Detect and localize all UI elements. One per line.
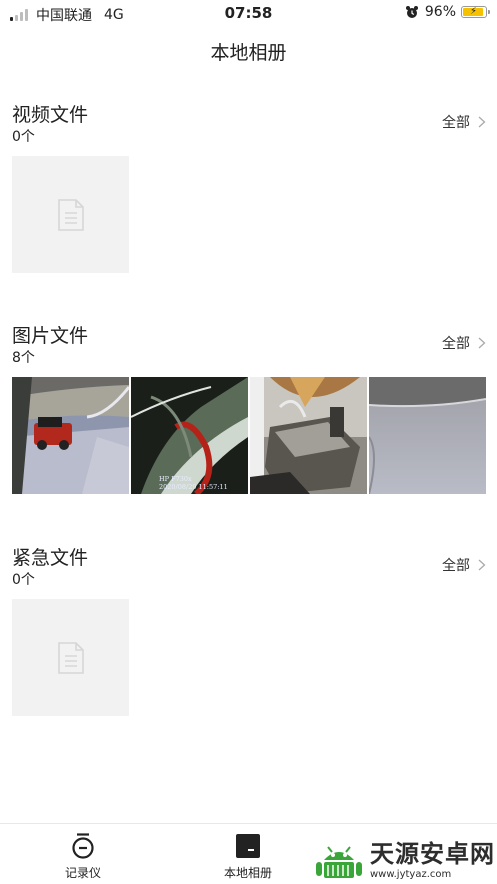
section-title: 紧急文件 (12, 547, 89, 569)
tab-local-album[interactable]: 本地相册 (208, 832, 288, 881)
watermark-title: 天源安卓网 (370, 840, 495, 868)
site-watermark: 天源安卓网 www.jytyaz.com (314, 838, 495, 884)
section-count: 0个 (12, 572, 35, 588)
tab-recorder[interactable]: 记录仪 (43, 832, 123, 881)
tab-label: 本地相册 (223, 866, 272, 880)
status-bar: 中国联通 4G 07:58 96% ⚡ (0, 0, 497, 28)
section-title: 视频文件 (12, 104, 89, 126)
section-pictures: 图片文件 8个 全部 HP F730x 2020/08/29 11:57:11 (12, 321, 486, 496)
view-all-label: 全部 (442, 558, 470, 574)
chevron-right-icon (478, 337, 486, 349)
empty-file-placeholder[interactable] (12, 599, 129, 716)
chevron-right-icon (478, 559, 486, 571)
photo-thumbnail[interactable]: HP F730x 2020/08/29 11:57:11 (131, 377, 248, 494)
photo-image (12, 377, 129, 494)
battery-percent: 96% (424, 4, 456, 20)
photo-image: HP F730x 2020/08/29 11:57:11 (131, 377, 248, 494)
section-count: 0个 (12, 129, 35, 145)
recorder-icon (72, 833, 94, 859)
album-icon (236, 834, 260, 858)
bottom-tab-bar: 记录仪 本地相册 天源安卓网 www.jytyaz.com (0, 823, 497, 884)
view-all-label: 全部 (442, 115, 470, 131)
alarm-clock-icon (405, 6, 418, 18)
section-count: 8个 (12, 350, 35, 366)
photo-thumbnail[interactable] (369, 377, 486, 494)
view-all-pictures-button[interactable]: 全部 (442, 333, 486, 353)
battery-icon: ⚡ (461, 6, 490, 18)
photo-image (250, 377, 367, 494)
chevron-right-icon (478, 116, 486, 128)
section-emergency: 紧急文件 0个 全部 (12, 543, 486, 718)
watermark-url: www.jytyaz.com (370, 869, 452, 880)
photo-thumbnails: HP F730x 2020/08/29 11:57:11 (12, 377, 486, 494)
view-all-emergency-button[interactable]: 全部 (442, 555, 486, 575)
android-logo-icon (316, 846, 362, 878)
section-title: 图片文件 (12, 325, 89, 347)
status-right: 96% ⚡ (405, 4, 490, 20)
page-title: 本地相册 (210, 42, 287, 64)
empty-file-placeholder[interactable] (12, 156, 129, 273)
photo-overlay-model: HP F730x (159, 475, 192, 483)
section-videos: 视频文件 0个 全部 (12, 100, 486, 275)
photo-thumbnail[interactable] (250, 377, 367, 494)
tab-label: 记录仪 (64, 866, 101, 880)
photo-image (369, 377, 486, 494)
view-all-label: 全部 (442, 336, 470, 352)
photo-overlay-timestamp: 2020/08/29 11:57:11 (159, 483, 228, 491)
document-icon (57, 198, 84, 231)
photo-thumbnail[interactable] (12, 377, 129, 494)
view-all-videos-button[interactable]: 全部 (442, 112, 486, 132)
document-icon (57, 641, 84, 674)
